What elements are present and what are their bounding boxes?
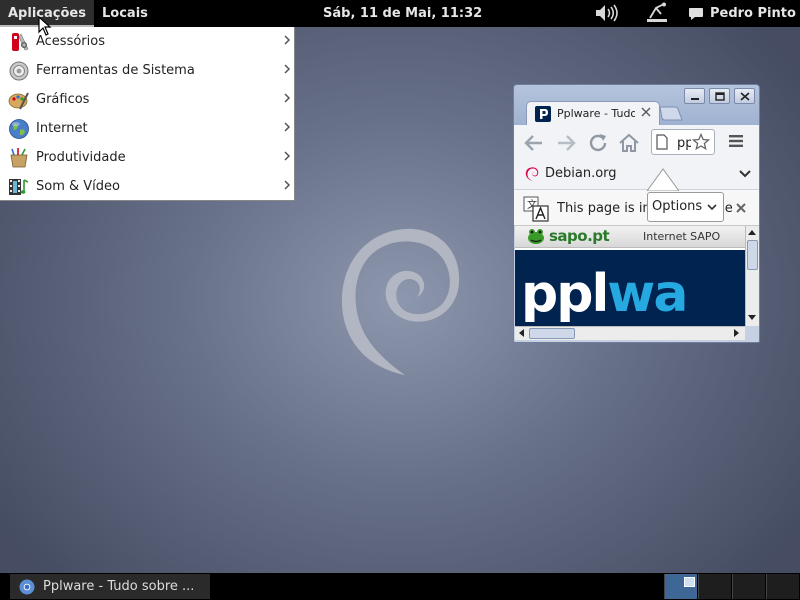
mouse-pointer-icon <box>38 16 52 36</box>
debian-swirl-logo <box>341 228 460 375</box>
menu-item-multimedia[interactable]: Som & Vídeo <box>0 172 295 201</box>
page-content[interactable]: sapo.pt Internet SAPO pplwa <box>515 226 745 326</box>
close-infobar-icon[interactable] <box>735 202 747 214</box>
chevron-right-icon <box>284 180 291 190</box>
chevron-right-icon <box>284 151 291 161</box>
home-icon[interactable] <box>618 132 640 154</box>
tab-title: Pplware - Tudo <box>557 107 635 120</box>
minimize-button[interactable] <box>684 88 705 104</box>
bookmark-debian[interactable]: Debian.org <box>545 166 617 181</box>
translate-icon: 文 <box>523 196 549 222</box>
maximize-button[interactable] <box>709 88 730 104</box>
horizontal-scrollbar[interactable] <box>515 326 745 340</box>
close-tab-icon[interactable] <box>641 107 651 117</box>
menu-item-system-tools[interactable]: Ferramentas de Sistema <box>0 56 295 85</box>
sapo-toolbar: sapo.pt Internet SAPO <box>515 226 745 248</box>
browser-toolbar: pplware <box>514 125 759 160</box>
bookmark-star-icon[interactable] <box>692 133 710 151</box>
chevron-right-icon <box>284 122 291 132</box>
chromium-icon <box>19 579 35 594</box>
new-tab-button[interactable] <box>657 106 683 121</box>
accessories-icon <box>12 32 29 51</box>
graphics-icon <box>8 92 29 109</box>
bubble-pointer <box>647 168 679 191</box>
browser-tab[interactable]: Pplware - Tudo <box>526 101 660 125</box>
translate-options-dropdown[interactable]: Options <box>647 192 724 222</box>
top-panel: Aplicações Locais Sáb, 11 de Mai, 11:32 … <box>0 0 800 27</box>
sapo-internet-link[interactable]: Internet SAPO <box>643 230 720 243</box>
menu-item-label: Ferramentas de Sistema <box>36 63 195 78</box>
sapo-logo-text[interactable]: sapo.pt <box>549 227 610 245</box>
page-icon <box>656 134 668 150</box>
chevron-right-icon <box>284 93 291 103</box>
multimedia-icon <box>9 178 29 195</box>
reload-icon[interactable] <box>587 132 609 154</box>
bottom-panel: Pplware - Tudo sobre ... <box>0 573 800 600</box>
user-menu[interactable]: Pedro Pinto <box>688 0 796 27</box>
chat-icon <box>689 7 703 20</box>
pplware-logo: pplwa <box>521 264 688 324</box>
minimize-icon <box>691 98 699 100</box>
tab-strip: Pplware - Tudo <box>514 85 759 125</box>
office-icon <box>10 147 28 167</box>
menu-item-office[interactable]: Produtividade <box>0 143 295 172</box>
workspace-window-preview <box>684 577 695 587</box>
close-window-button[interactable] <box>734 88 755 104</box>
pplware-favicon-icon <box>535 105 551 122</box>
internet-icon <box>9 118 29 139</box>
chevron-right-icon <box>284 64 291 74</box>
debian-swirl-icon <box>525 167 539 181</box>
volume-icon[interactable] <box>594 3 620 23</box>
scroll-left-icon[interactable] <box>517 328 527 338</box>
horizontal-scroll-thumb[interactable] <box>529 328 575 339</box>
close-icon <box>740 92 750 101</box>
bookmarks-bar: Debian.org <box>514 160 759 190</box>
pplware-banner[interactable]: pplwa <box>515 250 745 326</box>
user-name: Pedro Pinto <box>710 6 796 21</box>
workspace-4[interactable] <box>766 574 799 599</box>
taskbar-item-label: Pplware - Tudo sobre ... <box>43 579 195 594</box>
chevron-down-icon <box>707 204 717 211</box>
chevron-right-icon <box>284 35 291 45</box>
places-menu-button[interactable]: Locais <box>94 0 156 27</box>
sapo-frog-icon <box>528 229 544 244</box>
menu-item-label: Gráficos <box>36 92 90 107</box>
workspace-2[interactable] <box>698 574 731 599</box>
scroll-up-icon[interactable] <box>747 228 757 238</box>
taskbar-item-browser[interactable]: Pplware - Tudo sobre ... <box>10 574 210 599</box>
scroll-down-icon[interactable] <box>747 312 757 322</box>
workspace-1[interactable] <box>664 574 697 599</box>
address-text: pplware <box>677 136 691 151</box>
clock[interactable]: Sáb, 11 de Mai, 11:32 <box>323 0 482 27</box>
menu-item-label: Acessórios <box>36 34 105 49</box>
menu-item-internet[interactable]: Internet <box>0 114 295 143</box>
menu-item-label: Produtividade <box>36 150 126 165</box>
back-icon[interactable] <box>523 132 545 154</box>
maximize-icon <box>715 92 725 101</box>
menu-item-graphics[interactable]: Gráficos <box>0 85 295 114</box>
browser-window[interactable]: Pplware - Tudo pplware <box>513 84 760 343</box>
options-label: Options <box>652 199 703 214</box>
scroll-right-icon[interactable] <box>731 328 741 338</box>
applications-dropdown: Acessórios Ferramentas de Sistema Gráfic… <box>0 27 295 201</box>
vertical-scrollbar[interactable] <box>745 226 759 326</box>
vertical-scroll-thumb[interactable] <box>747 240 758 270</box>
menu-item-label: Internet <box>36 121 88 136</box>
browser-menu-icon[interactable] <box>728 134 744 148</box>
system-tools-icon <box>9 61 29 80</box>
network-icon[interactable] <box>646 2 668 24</box>
forward-icon[interactable] <box>555 132 577 154</box>
menu-item-label: Som & Vídeo <box>36 179 120 194</box>
address-bar[interactable]: pplware <box>651 129 715 155</box>
workspace-3[interactable] <box>732 574 765 599</box>
chevron-down-icon[interactable] <box>738 169 752 179</box>
